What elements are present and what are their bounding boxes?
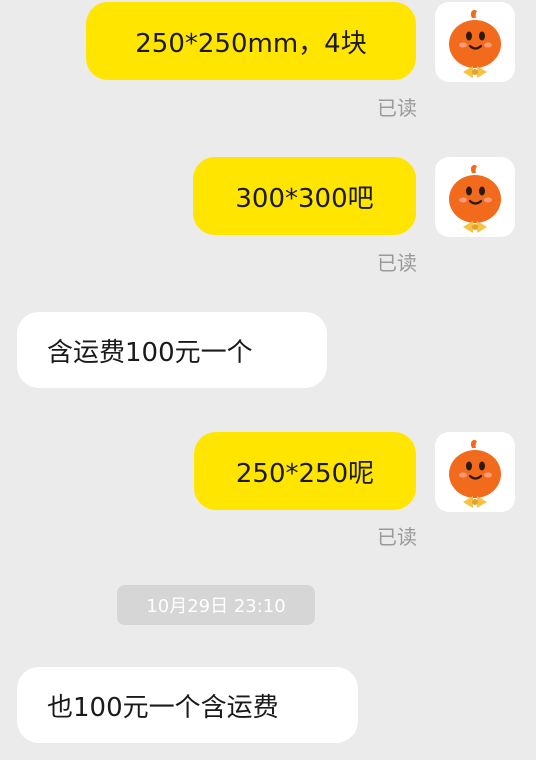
user-avatar[interactable] [435,157,515,237]
user-avatar[interactable] [435,432,515,512]
message-text: 250*250mm，4块 [135,28,367,59]
read-status: 已读 [377,251,417,275]
sent-message-bubble[interactable]: 250*250呢 [194,432,416,510]
user-avatar[interactable] [435,2,515,82]
message-text: 300*300吧 [235,183,374,214]
received-message-bubble[interactable]: 也100元一个含运费 [17,667,358,743]
sent-message-bubble[interactable]: 300*300吧 [193,157,416,235]
read-status: 已读 [377,525,417,549]
message-text: 250*250呢 [235,458,375,489]
message-text: 也100元一个含运费 [47,692,279,723]
received-message-bubble[interactable]: 含运费100元一个 [17,312,327,388]
sent-message-bubble[interactable]: 250*250mm，4块 [86,2,416,80]
orange-mascot-icon [449,439,501,508]
message-text: 含运费100元一个 [47,337,253,368]
orange-mascot-icon [449,164,501,233]
timestamp-label: 10月29日 23:10 [117,585,315,625]
read-status: 已读 [377,96,417,120]
orange-mascot-icon [449,9,501,78]
